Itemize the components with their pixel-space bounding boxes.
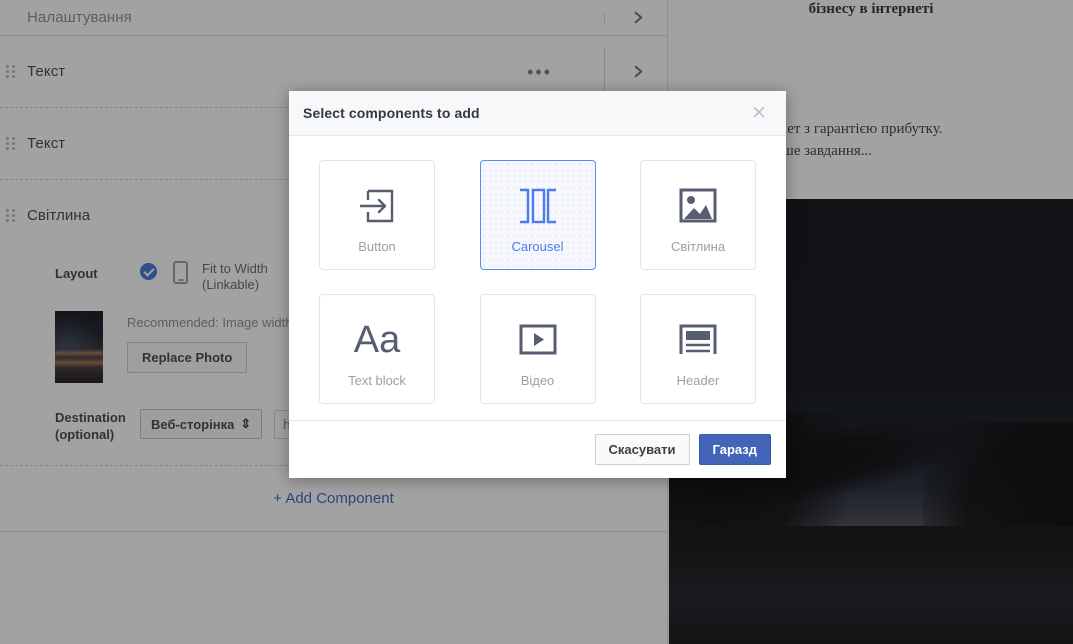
image-icon	[678, 177, 718, 235]
header-icon	[676, 311, 720, 369]
component-card-header[interactable]: Header	[640, 294, 756, 404]
text-block-glyph: Aa	[353, 318, 401, 361]
text-block-icon: Aa	[354, 311, 400, 369]
component-card-video[interactable]: Відео	[479, 294, 596, 404]
dialog-body: Button Carousel Світлина Aa Text block В…	[289, 136, 786, 420]
video-play-icon	[517, 311, 559, 369]
card-label: Carousel	[511, 238, 564, 254]
component-card-text-block[interactable]: Aa Text block	[319, 294, 435, 404]
component-card-button[interactable]: Button	[319, 160, 435, 270]
card-label: Text block	[348, 372, 406, 388]
component-card-grid: Button Carousel Світлина Aa Text block В…	[319, 160, 756, 404]
app-root: Налаштування Текст ••• Текст Світлина La…	[0, 0, 1073, 644]
close-icon[interactable]: ×	[748, 102, 770, 124]
carousel-icon	[515, 177, 561, 235]
dialog-footer: Скасувати Гаразд	[289, 420, 786, 478]
button-arrow-icon	[356, 177, 398, 235]
component-card-image[interactable]: Світлина	[640, 160, 756, 270]
card-label: Світлина	[670, 238, 726, 254]
ok-button[interactable]: Гаразд	[698, 434, 771, 465]
dialog-title: Select components to add	[303, 105, 480, 121]
select-components-dialog: Select components to add × Button Carous…	[289, 91, 786, 478]
dialog-header: Select components to add ×	[289, 91, 786, 136]
component-card-carousel[interactable]: Carousel	[479, 160, 596, 270]
card-label: Header	[676, 372, 720, 388]
card-label: Button	[358, 238, 396, 254]
card-label: Відео	[520, 372, 555, 388]
cancel-button[interactable]: Скасувати	[594, 434, 690, 465]
